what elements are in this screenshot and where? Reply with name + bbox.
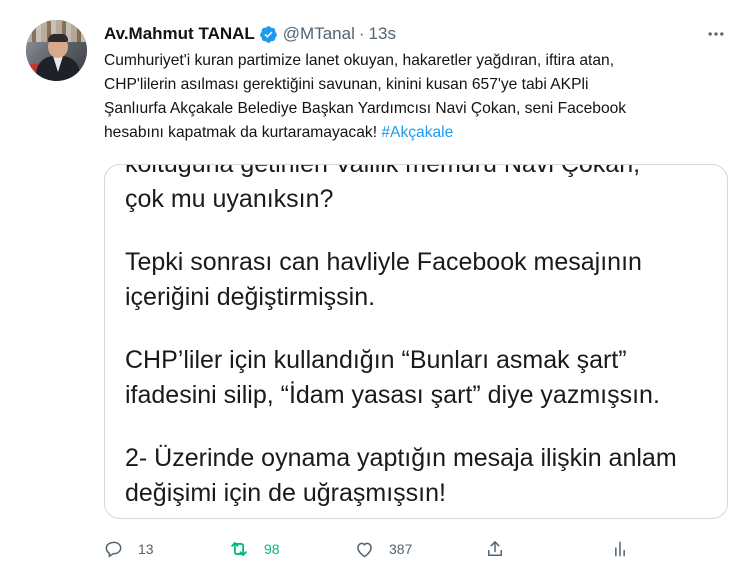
tweet-text-line-last: hesabını kapatmak da kurtaramayacak! #Ak…: [104, 121, 744, 145]
more-icon[interactable]: [704, 22, 728, 46]
image-text-line: CHP’liler için kullandığın “Bunları asma…: [125, 346, 627, 374]
tweet[interactable]: Av.Mahmut TANAL @MTanal · 13s Cumhuriyet…: [0, 0, 754, 582]
action-bar: 13 98 387: [104, 536, 704, 562]
author-name[interactable]: Av.Mahmut TANAL: [104, 24, 255, 44]
image-text-line: ifadesini silip, “İdam yasası şart” diye…: [125, 381, 660, 409]
image-text-line: koltuğuna getirilen Valilik memuru Navi …: [125, 164, 641, 178]
share-icon: [485, 539, 505, 559]
verified-badge-icon: [259, 25, 278, 44]
image-text-content: koltuğuna getirilen Valilik memuru Navi …: [125, 164, 715, 511]
reply-count: 13: [138, 541, 154, 557]
attached-image[interactable]: koltuğuna getirilen Valilik memuru Navi …: [104, 164, 728, 519]
image-text-line: çok mu uyanıksın?: [125, 185, 334, 213]
tweet-header: Av.Mahmut TANAL @MTanal · 13s: [104, 23, 396, 45]
reply-icon: [104, 539, 124, 559]
like-button[interactable]: 387: [354, 536, 412, 562]
retweet-count: 98: [264, 541, 280, 557]
analytics-icon: [610, 539, 630, 559]
author-handle[interactable]: @MTanal: [283, 24, 355, 44]
separator-dot: ·: [358, 24, 365, 43]
retweet-icon: [228, 538, 250, 560]
tweet-text-fragment: hesabını kapatmak da kurtaramayacak!: [104, 124, 382, 141]
image-text-line: 2- Üzerinde oynama yaptığın mesaja ilişk…: [125, 444, 677, 472]
tweet-text-line: CHP'lilerin asılması gerektiğini savunan…: [104, 76, 589, 93]
image-text-line: içeriğini değiştirmişsin.: [125, 283, 376, 311]
analytics-button[interactable]: [610, 536, 630, 562]
reply-button[interactable]: 13: [104, 536, 154, 562]
share-button[interactable]: [485, 536, 505, 562]
image-text-line: Tepki sonrası can havliyle Facebook mesa…: [125, 248, 642, 276]
tweet-text-line: Cumhuriyet'i kuran partimize lanet okuya…: [104, 52, 615, 69]
like-count: 387: [389, 541, 413, 557]
image-text-line: değişimi için de uğraşmışsın!: [125, 479, 446, 507]
tweet-text: Cumhuriyet'i kuran partimize lanet okuya…: [104, 49, 744, 145]
retweet-button[interactable]: 98: [228, 536, 280, 562]
hashtag-link[interactable]: #Akçakale: [381, 124, 453, 141]
like-icon: [354, 539, 375, 560]
tweet-text-line: Şanlıurfa Akçakale Belediye Başkan Yardı…: [104, 100, 627, 117]
avatar[interactable]: [26, 20, 87, 81]
tweet-time[interactable]: 13s: [369, 24, 396, 44]
